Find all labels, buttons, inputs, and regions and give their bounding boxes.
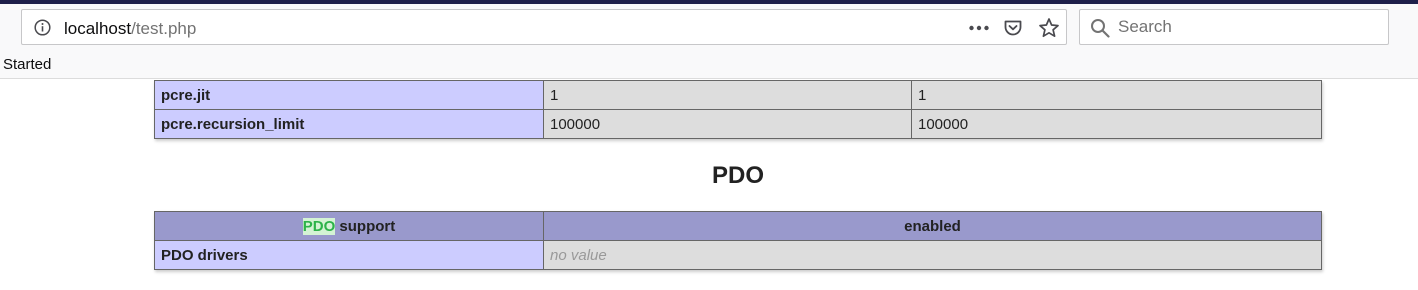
star-icon[interactable] <box>1038 17 1060 39</box>
pdo-support-value: enabled <box>543 211 1322 241</box>
info-icon[interactable] <box>34 19 51 36</box>
search-icon <box>1090 18 1110 38</box>
page-content: pcre.jit 1 1 pcre.recursion_limit 100000… <box>0 80 1418 290</box>
navigation-toolbar: localhost/test.php <box>0 4 1418 52</box>
url-path: /test.php <box>131 19 197 38</box>
local-value: 100000 <box>543 109 912 139</box>
url-text[interactable]: localhost/test.php <box>64 19 196 39</box>
master-value: 100000 <box>911 109 1322 139</box>
local-value: 1 <box>543 80 912 110</box>
directive-value: no value <box>543 240 1322 270</box>
ellipsis-icon[interactable] <box>968 18 990 38</box>
status-text: Started <box>3 56 52 73</box>
url-bar[interactable]: localhost/test.php <box>21 9 1067 45</box>
directive-name: pcre.jit <box>154 80 544 110</box>
pcre-table: pcre.jit 1 1 pcre.recursion_limit 100000… <box>154 80 1322 139</box>
table-row: PDO drivers no value <box>154 240 1322 270</box>
pdo-support-header: PDO support <box>154 211 544 241</box>
table-row: pcre.jit 1 1 <box>154 80 1322 110</box>
directive-name: PDO drivers <box>154 240 544 270</box>
no-value-text: no value <box>550 246 607 264</box>
search-highlight: PDO <box>302 217 336 235</box>
pdo-table: PDO support enabled PDO drivers no value <box>154 211 1322 270</box>
master-value: 1 <box>911 80 1322 110</box>
pocket-icon[interactable] <box>1003 18 1023 38</box>
section-title-pdo: PDO <box>711 162 764 189</box>
directive-name: pcre.recursion_limit <box>154 109 544 139</box>
header-label-rest: support <box>335 217 396 235</box>
search-bar[interactable] <box>1079 9 1389 45</box>
table-header-row: PDO support enabled <box>154 211 1322 241</box>
status-bar: Started <box>0 52 1418 79</box>
table-row: pcre.recursion_limit 100000 100000 <box>154 109 1322 139</box>
url-host: localhost <box>64 19 132 38</box>
search-input[interactable] <box>1118 14 1380 40</box>
